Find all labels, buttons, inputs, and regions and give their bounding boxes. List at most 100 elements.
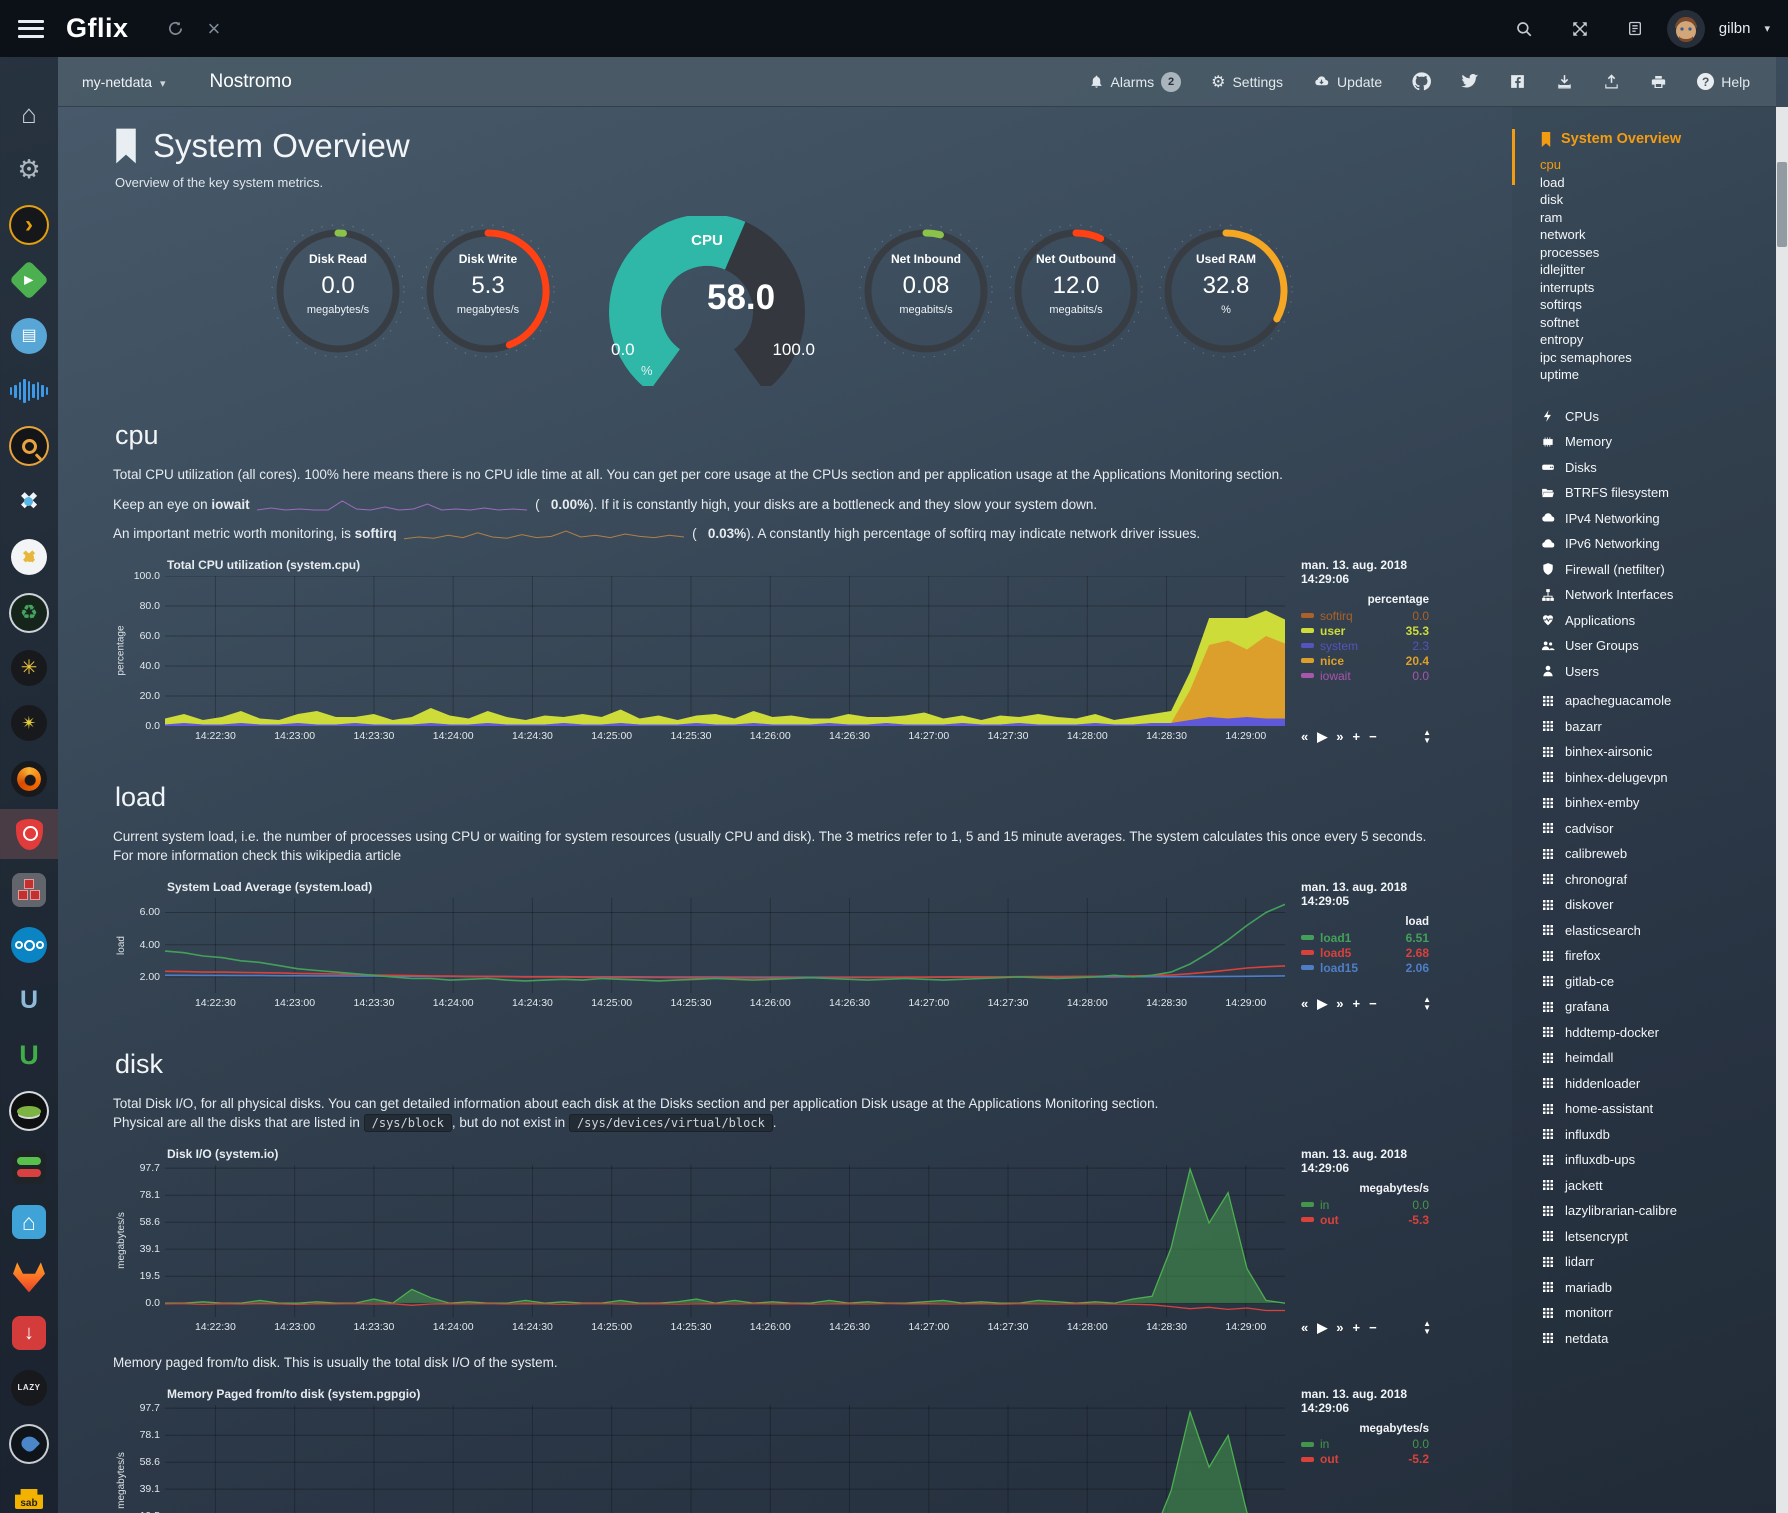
sidebar-app-bazarr[interactable]: bazarr — [1540, 714, 1766, 740]
refresh-icon[interactable] — [167, 20, 184, 37]
close-icon[interactable]: × — [208, 18, 221, 40]
rail-app-u-green[interactable]: U — [0, 1031, 58, 1081]
sidebar-item-idlejitter[interactable]: idlejitter — [1540, 261, 1766, 279]
sidebar-item-uptime[interactable]: uptime — [1540, 366, 1766, 384]
sidebar-app-diskover[interactable]: diskover — [1540, 892, 1766, 918]
sidebar-item-ipc-semaphores[interactable]: ipc semaphores — [1540, 349, 1766, 367]
gauge-cpu[interactable]: CPU 58.0 0.0 100.0 % — [589, 216, 825, 386]
chart-plot-area[interactable] — [165, 1405, 1285, 1513]
sidebar-app-gitlab-ce[interactable]: gitlab-ce — [1540, 969, 1766, 995]
legend-row-system[interactable]: system 2.3 — [1301, 638, 1429, 653]
zoom-in-button[interactable]: + — [1352, 1321, 1360, 1334]
sidebar-app-hddtemp-docker[interactable]: hddtemp-docker — [1540, 1020, 1766, 1046]
pan-forward-button[interactable]: » — [1336, 730, 1343, 743]
sidebar-app-firefox[interactable]: firefox — [1540, 943, 1766, 969]
sidebar-app-lazylibrarian-calibre[interactable]: lazylibrarian-calibre — [1540, 1198, 1766, 1224]
rail-app-library[interactable]: ▤ — [0, 311, 58, 361]
rail-app-molecule[interactable]: ✴ — [0, 698, 58, 748]
settings-button[interactable]: ⚙ Settings — [1211, 72, 1283, 92]
rail-app-home-assistant[interactable]: ⌂ — [0, 1197, 58, 1247]
scrollbar-thumb[interactable] — [1777, 162, 1787, 247]
legend-row-out[interactable]: out -5.3 — [1301, 1212, 1429, 1227]
sidebar-section-user-groups[interactable]: User Groups — [1540, 633, 1766, 659]
legend-row-load5[interactable]: load5 2.68 — [1301, 945, 1429, 960]
avatar[interactable] — [1667, 10, 1705, 48]
rail-app-sabnzbd[interactable]: sab — [0, 1474, 58, 1513]
sidebar-app-calibreweb[interactable]: calibreweb — [1540, 841, 1766, 867]
pan-forward-button[interactable]: » — [1336, 997, 1343, 1010]
rail-app-u-splash[interactable]: U — [0, 975, 58, 1025]
sidebar-section-users[interactable]: Users — [1540, 659, 1766, 685]
server-menu[interactable]: my-netdata ▾ — [82, 74, 165, 90]
rail-app-recycle[interactable]: ♻ — [0, 588, 58, 638]
chart-plot-area[interactable] — [165, 1165, 1285, 1317]
alarms-button[interactable]: Alarms 2 — [1089, 72, 1182, 92]
sidebar-section-ipv4-networking[interactable]: IPv4 Networking — [1540, 506, 1766, 532]
play-button[interactable]: ▶ — [1317, 997, 1327, 1010]
zoom-out-button[interactable]: − — [1369, 730, 1377, 743]
legend-row-out[interactable]: out -5.2 — [1301, 1452, 1429, 1467]
play-button[interactable]: ▶ — [1317, 1321, 1327, 1334]
pan-forward-button[interactable]: » — [1336, 1321, 1343, 1334]
rail-app-jackett[interactable] — [0, 421, 58, 471]
sidebar-app-jackett[interactable]: jackett — [1540, 1173, 1766, 1199]
gauge-disk-write[interactable]: Disk Write 5.3 megabytes/s — [413, 216, 563, 381]
sidebar-section-network-interfaces[interactable]: Network Interfaces — [1540, 582, 1766, 608]
sidebar-item-disk[interactable]: disk — [1540, 191, 1766, 209]
zoom-out-button[interactable]: − — [1369, 1321, 1377, 1334]
rail-app-pinwheel-blue[interactable]: ✖ — [0, 477, 58, 527]
sidebar-item-load[interactable]: load — [1540, 174, 1766, 192]
zoom-in-button[interactable]: + — [1352, 730, 1360, 743]
facebook-button[interactable] — [1509, 73, 1526, 90]
rail-app-gitlab[interactable] — [0, 1252, 58, 1302]
sidebar-app-letsencrypt[interactable]: letsencrypt — [1540, 1224, 1766, 1250]
gauge-net-inbound[interactable]: Net Inbound 0.08 megabits/s — [851, 216, 1001, 381]
pan-back-button[interactable]: « — [1301, 730, 1308, 743]
rail-app-emby[interactable]: ▶ — [0, 255, 58, 305]
gauge-disk-read[interactable]: Disk Read 0.0 megabytes/s — [263, 216, 413, 381]
gauge-net-outbound[interactable]: Net Outbound 12.0 megabits/s — [1001, 216, 1151, 381]
sidebar-app-influxdb[interactable]: influxdb — [1540, 1122, 1766, 1148]
resize-handle[interactable]: ▲▼ — [1423, 1320, 1431, 1336]
sidebar-header[interactable]: System Overview — [1540, 131, 1766, 147]
rail-app-cubes[interactable] — [0, 865, 58, 915]
chart-plot-area[interactable] — [165, 576, 1285, 726]
sidebar-app-heimdall[interactable]: heimdall — [1540, 1045, 1766, 1071]
user-menu-caret-icon[interactable]: ▾ — [1764, 22, 1770, 35]
resize-handle[interactable]: ▲▼ — [1423, 729, 1431, 745]
sidebar-app-elasticsearch[interactable]: elasticsearch — [1540, 918, 1766, 944]
sidebar-item-interrupts[interactable]: interrupts — [1540, 279, 1766, 297]
sidebar-item-entropy[interactable]: entropy — [1540, 331, 1766, 349]
sidebar-section-memory[interactable]: Memory — [1540, 429, 1766, 455]
page-scrollbar[interactable] — [1776, 107, 1788, 1513]
rail-app-nextcloud[interactable] — [0, 920, 58, 970]
news-icon[interactable] — [1627, 20, 1643, 37]
rail-app-pinwheel-yellow[interactable]: ✖ — [0, 532, 58, 582]
rail-app-monitorr[interactable] — [0, 1142, 58, 1192]
sidebar-app-hiddenloader[interactable]: hiddenloader — [1540, 1071, 1766, 1097]
sidebar-app-binhex-emby[interactable]: binhex-emby — [1540, 790, 1766, 816]
sidebar-item-softnet[interactable]: softnet — [1540, 314, 1766, 332]
legend-row-load15[interactable]: load15 2.06 — [1301, 960, 1429, 975]
rail-app-grafana[interactable] — [0, 754, 58, 804]
sidebar-app-binhex-airsonic[interactable]: binhex-airsonic — [1540, 739, 1766, 765]
zoom-in-button[interactable]: + — [1352, 997, 1360, 1010]
sidebar-app-binhex-delugevpn[interactable]: binhex-delugevpn — [1540, 765, 1766, 791]
gauge-used-ram[interactable]: Used RAM 32.8 % — [1151, 216, 1301, 381]
sidebar-app-chronograf[interactable]: chronograf — [1540, 867, 1766, 893]
sidebar-section-ipv6-networking[interactable]: IPv6 Networking — [1540, 531, 1766, 557]
sidebar-app-home-assistant[interactable]: home-assistant — [1540, 1096, 1766, 1122]
legend-row-user[interactable]: user 35.3 — [1301, 623, 1429, 638]
sidebar-app-monitorr[interactable]: monitorr — [1540, 1300, 1766, 1326]
fullscreen-icon[interactable] — [1571, 20, 1589, 38]
sidebar-section-cpus[interactable]: CPUs — [1540, 404, 1766, 430]
resize-handle[interactable]: ▲▼ — [1423, 996, 1431, 1012]
download-button[interactable] — [1556, 73, 1573, 90]
pan-back-button[interactable]: « — [1301, 997, 1308, 1010]
legend-row-load1[interactable]: load1 6.51 — [1301, 930, 1429, 945]
legend-row-in[interactable]: in 0.0 — [1301, 1197, 1429, 1212]
sidebar-app-grafana[interactable]: grafana — [1540, 994, 1766, 1020]
sidebar-app-cadvisor[interactable]: cadvisor — [1540, 816, 1766, 842]
legend-row-iowait[interactable]: iowait 0.0 — [1301, 668, 1429, 683]
play-button[interactable]: ▶ — [1317, 730, 1327, 743]
